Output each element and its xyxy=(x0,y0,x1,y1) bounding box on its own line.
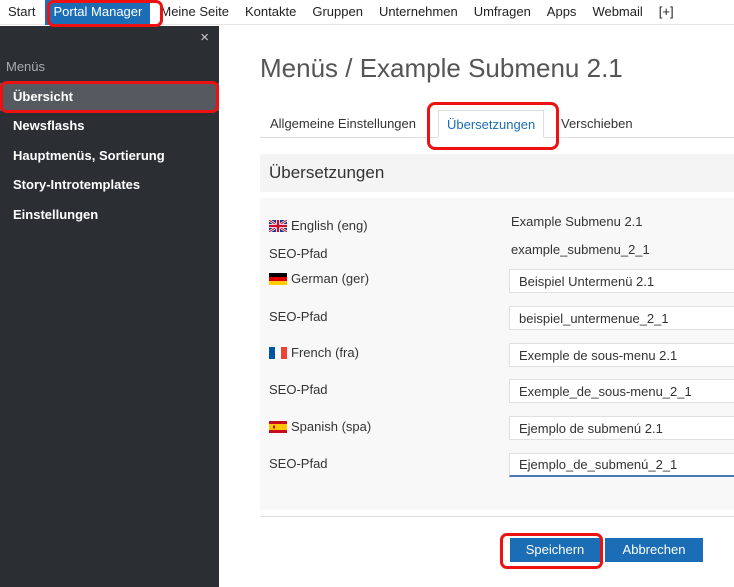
language-name: English (eng) xyxy=(291,218,368,233)
language-name: French (fra) xyxy=(291,345,359,360)
section-title: Übersetzungen xyxy=(269,163,385,182)
translation-form: English (eng) Example Submenu 2.1 SEO-Pf… xyxy=(260,198,734,510)
nav-kontakte[interactable]: Kontakte xyxy=(237,0,304,25)
seo-input-german[interactable] xyxy=(509,306,734,330)
nav-start[interactable]: Start xyxy=(0,0,43,25)
language-label-german: German (ger) xyxy=(269,271,369,286)
german-flag-icon xyxy=(269,272,287,285)
nav-apps[interactable]: Apps xyxy=(539,0,585,25)
sidebar-heading: Menüs xyxy=(6,59,46,74)
nav-gruppen[interactable]: Gruppen xyxy=(304,0,371,25)
nav-unternehmen[interactable]: Unternehmen xyxy=(371,0,466,25)
seo-label-german: SEO-Pfad xyxy=(269,309,328,324)
title-readonly-english: Example Submenu 2.1 xyxy=(511,214,643,229)
sidebar-item-newsflashs[interactable]: Newsflashs xyxy=(0,112,219,140)
close-icon[interactable]: × xyxy=(200,29,209,46)
sidebar: × Menüs Übersicht Newsflashs Hauptmenüs,… xyxy=(0,26,219,587)
title-input-spanish[interactable] xyxy=(509,416,734,440)
sidebar-item-hauptmenues[interactable]: Hauptmenüs, Sortierung xyxy=(0,142,219,170)
uk-flag-icon xyxy=(269,219,287,232)
language-label-english: English (eng) xyxy=(269,218,368,233)
seo-readonly-english: example_submenu_2_1 xyxy=(511,242,650,257)
sidebar-item-uebersicht[interactable]: Übersicht xyxy=(0,83,219,111)
spanish-flag-icon xyxy=(269,420,287,433)
nav-portal-manager[interactable]: Portal Manager xyxy=(45,0,151,25)
language-name: German (ger) xyxy=(291,271,370,286)
save-button[interactable]: Speichern xyxy=(510,538,600,562)
sidebar-item-story-introtemplates[interactable]: Story-Introtemplates xyxy=(0,171,219,199)
page-title: Menüs / Example Submenu 2.1 xyxy=(260,53,623,83)
seo-label-english: SEO-Pfad xyxy=(269,246,328,261)
french-flag-icon xyxy=(269,346,287,359)
nav-add-button[interactable]: [+] xyxy=(651,0,682,25)
tab-verschieben[interactable]: Verschieben xyxy=(553,110,641,138)
nav-meine-seite[interactable]: Meine Seite xyxy=(152,0,237,25)
tab-allgemeine-einstellungen[interactable]: Allgemeine Einstellungen xyxy=(262,110,424,138)
seo-input-french[interactable] xyxy=(509,379,734,403)
top-navigation: Start Portal Manager Meine Seite Kontakt… xyxy=(0,0,734,25)
seo-input-spanish[interactable] xyxy=(509,453,734,477)
main-content: Menüs / Example Submenu 2.1 Allgemeine E… xyxy=(219,26,734,587)
nav-umfragen[interactable]: Umfragen xyxy=(466,0,539,25)
section-header: Übersetzungen xyxy=(260,154,734,192)
seo-label-french: SEO-Pfad xyxy=(269,382,328,397)
tab-bar: Allgemeine Einstellungen Übersetzungen V… xyxy=(260,110,734,138)
cancel-button[interactable]: Abbrechen xyxy=(605,538,703,562)
language-label-french: French (fra) xyxy=(269,345,359,360)
language-label-spanish: Spanish (spa) xyxy=(269,419,371,434)
seo-label-spanish: SEO-Pfad xyxy=(269,456,328,471)
nav-webmail[interactable]: Webmail xyxy=(584,0,650,25)
language-name: Spanish (spa) xyxy=(291,419,372,434)
tab-uebersetzungen[interactable]: Übersetzungen xyxy=(438,110,545,138)
sidebar-item-einstellungen[interactable]: Einstellungen xyxy=(0,201,219,229)
divider xyxy=(260,516,734,517)
title-input-french[interactable] xyxy=(509,343,734,367)
title-input-german[interactable] xyxy=(509,269,734,293)
